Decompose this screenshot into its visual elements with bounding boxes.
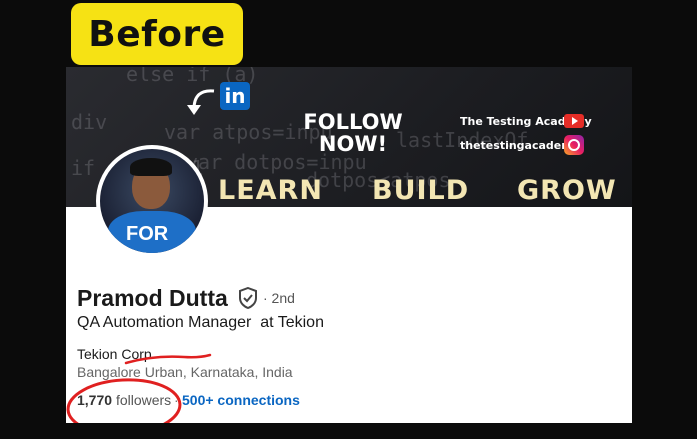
avatar[interactable]: FOR [96,145,208,257]
red-underline-annotation [124,353,212,365]
instagram-handle: thetestingacademy [460,139,580,152]
linkedin-icon: in [220,82,250,110]
slogan-build: BUILD [372,175,470,206]
verified-shield-icon[interactable] [238,287,258,309]
red-circle-annotation [66,378,182,423]
follow-now-text: FOLLOW NOW! [303,110,403,156]
slogan-learn: LEARN [218,175,323,206]
youtube-icon [564,114,584,128]
instagram-icon [564,135,584,155]
before-badge: Before [71,3,243,65]
avatar-hair [130,158,172,176]
connection-degree: · 2nd [263,290,295,306]
arrow-icon [187,89,215,115]
profile-card: else if (a) var atpos=inpu div var dotpo… [66,67,632,423]
connections-link[interactable]: 500+ connections [182,392,300,408]
profile-headline: QA Automation Manager at Tekion [77,314,324,331]
profile-name: Pramod Dutta [77,285,228,311]
code-line: div [71,110,108,134]
avatar-shirt-text: FOR [126,223,169,245]
slogan-grow: GROW [517,175,617,206]
